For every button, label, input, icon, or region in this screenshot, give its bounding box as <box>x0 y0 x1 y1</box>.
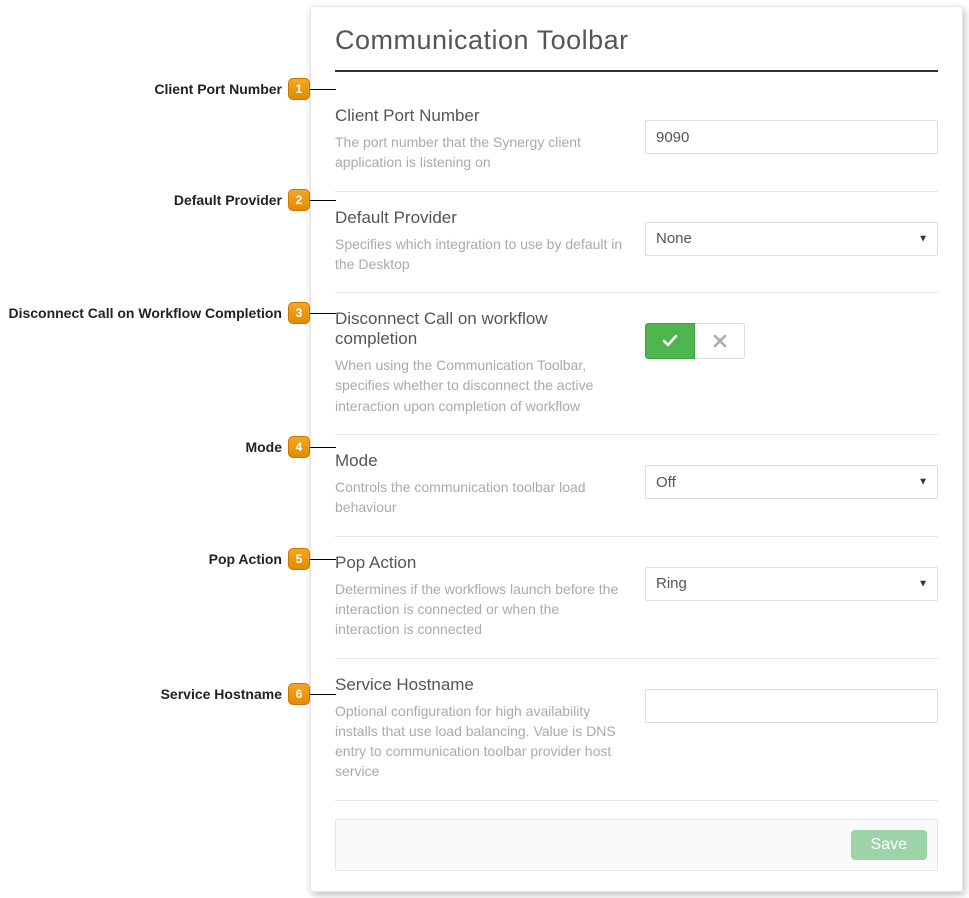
field-heading: Mode <box>335 451 627 471</box>
callout-badge: 4 <box>288 436 310 458</box>
field-heading: Pop Action <box>335 553 627 573</box>
callout-label: Client Port Number <box>154 81 282 97</box>
disconnect-call-toggle <box>645 323 938 359</box>
callout-badge: 3 <box>288 302 310 324</box>
callout-label: Mode <box>245 439 282 455</box>
callout-client-port-number: Client Port Number 1 <box>154 78 310 100</box>
field-description: Specifies which integration to use by de… <box>335 234 627 275</box>
callout-pop-action: Pop Action 5 <box>209 548 310 570</box>
connector-line <box>310 447 336 448</box>
save-button[interactable]: Save <box>851 830 927 860</box>
callout-disconnect-call: Disconnect Call on Workflow Completion 3 <box>8 302 310 324</box>
callout-label: Service Hostname <box>161 686 282 702</box>
callout-service-hostname: Service Hostname 6 <box>161 683 310 705</box>
connector-line <box>310 559 336 560</box>
footer-bar: Save <box>335 819 938 871</box>
callout-mode: Mode 4 <box>245 436 310 458</box>
field-description: Controls the communication toolbar load … <box>335 477 627 518</box>
connector-line <box>310 200 336 201</box>
connector-line <box>310 89 336 90</box>
callout-default-provider: Default Provider 2 <box>174 189 310 211</box>
callout-badge: 2 <box>288 189 310 211</box>
row-client-port-number: Client Port Number The port number that … <box>335 90 938 192</box>
row-service-hostname: Service Hostname Optional configuration … <box>335 659 938 801</box>
divider <box>335 70 938 72</box>
connector-line <box>310 313 336 314</box>
callout-label: Pop Action <box>209 551 282 567</box>
default-provider-select[interactable]: None <box>645 222 938 256</box>
service-hostname-input[interactable] <box>645 689 938 723</box>
check-icon <box>662 333 678 349</box>
field-description: Optional configuration for high availabi… <box>335 701 627 782</box>
field-heading: Disconnect Call on workflow completion <box>335 309 627 349</box>
field-description: The port number that the Synergy client … <box>335 132 627 173</box>
toggle-on-button[interactable] <box>645 323 695 359</box>
panel-title: Communication Toolbar <box>335 25 938 56</box>
connector-line <box>310 694 336 695</box>
mode-select[interactable]: Off <box>645 465 938 499</box>
row-pop-action: Pop Action Determines if the workflows l… <box>335 537 938 659</box>
row-mode: Mode Controls the communication toolbar … <box>335 435 938 537</box>
callout-badge: 1 <box>288 78 310 100</box>
field-heading: Default Provider <box>335 208 627 228</box>
field-description: When using the Communication Toolbar, sp… <box>335 355 627 416</box>
callout-label: Default Provider <box>174 192 282 208</box>
toggle-off-button[interactable] <box>695 323 745 359</box>
callout-badge: 5 <box>288 548 310 570</box>
field-heading: Client Port Number <box>335 106 627 126</box>
pop-action-select[interactable]: Ring <box>645 567 938 601</box>
settings-panel: Communication Toolbar Client Port Number… <box>310 6 963 892</box>
callout-label: Disconnect Call on Workflow Completion <box>8 305 282 321</box>
field-description: Determines if the workflows launch befor… <box>335 579 627 640</box>
field-heading: Service Hostname <box>335 675 627 695</box>
row-default-provider: Default Provider Specifies which integra… <box>335 192 938 294</box>
row-disconnect-call: Disconnect Call on workflow completion W… <box>335 293 938 435</box>
close-icon <box>712 333 728 349</box>
client-port-number-input[interactable] <box>645 120 938 154</box>
callout-badge: 6 <box>288 683 310 705</box>
